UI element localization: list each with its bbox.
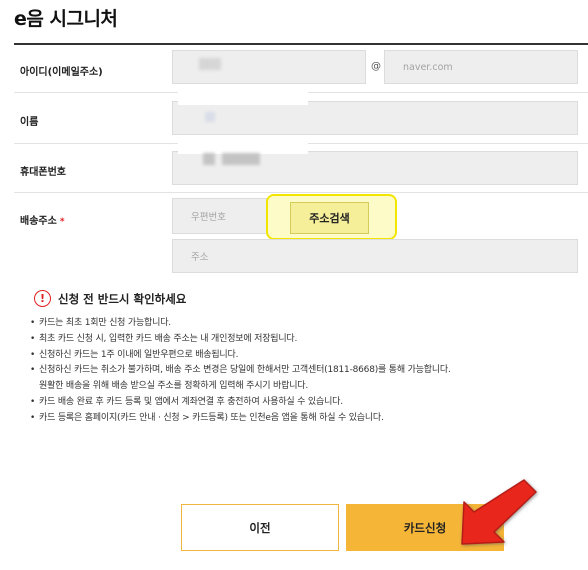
page-title: e음 시그니처 [14,8,118,30]
required-mark: * [59,217,65,227]
postcode-input[interactable]: 우편번호 [172,198,267,234]
notice-item: 카드 배송 완료 후 카드 등록 및 앱에서 계좌연결 후 충전하여 사용하실 … [30,395,570,411]
address-search-button[interactable]: 주소검색 [290,202,369,234]
blurred-email [199,58,221,70]
red-arrow-icon [461,479,537,545]
name-label: 이름 [20,117,39,128]
address-label: 배송주소 * [20,216,65,227]
notice-item: 카드는 최초 1회만 신청 가능합니다. [30,316,570,332]
notice-item: 카드 등록은 홈페이지(카드 안내 · 신청 > 카드등록) 또는 인천e음 앱… [30,411,570,427]
blurred-phone-2 [222,153,260,165]
notice-item-continued: 원활한 배송을 위해 배송 받으실 주소를 정확하게 입력해 주시기 바랍니다. [39,381,309,392]
name-input[interactable] [172,101,578,135]
blurred-phone-1 [203,153,215,165]
notice-list: 카드는 최초 1회만 신청 가능합니다. 최초 카드 신청 시, 입력한 카드 … [30,316,570,427]
notice-item: 신청하신 카드는 취소가 불가하며, 배송 주소 변경은 당일에 한해서만 고객… [30,363,570,379]
email-domain-input[interactable]: naver.com [384,50,578,84]
at-sign: @ [371,61,381,72]
blurred-name [205,112,215,122]
notice-item: 최초 카드 신청 시, 입력한 카드 배송 주소는 내 개인정보에 저장됩니다. [30,332,570,348]
prev-button[interactable]: 이전 [181,504,339,551]
id-label: 아이디(이메일주소) [20,67,103,78]
exclamation-icon: ! [34,290,51,307]
notice-item: 신청하신 카드는 1주 이내에 일반우편으로 배송됩니다. [30,348,570,364]
address-input[interactable]: 주소 [172,239,578,273]
notice-title: ! 신청 전 반드시 확인하세요 [34,290,186,307]
phone-label: 휴대폰번호 [20,167,66,178]
